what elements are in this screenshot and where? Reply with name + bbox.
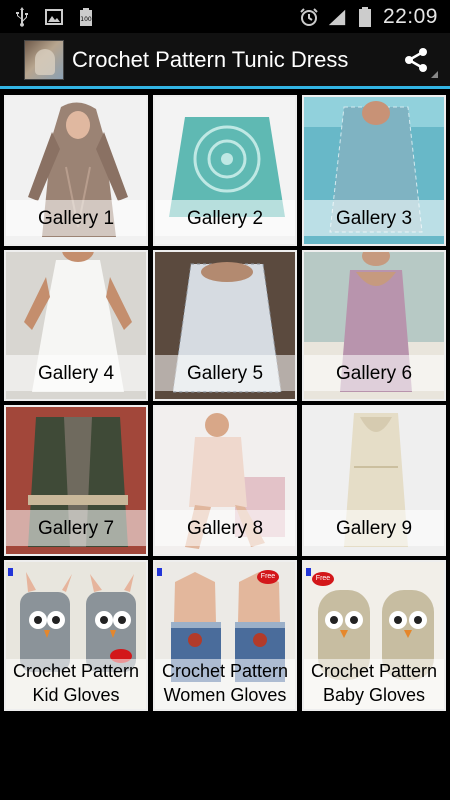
app-icon[interactable] [24, 39, 64, 80]
action-bar: Crochet Pattern Tunic Dress [0, 33, 450, 89]
gallery-tile-5[interactable]: Gallery 5 [153, 250, 297, 401]
gallery-tile-3[interactable]: Gallery 3 [302, 95, 446, 246]
gallery-4-label: Gallery 4 [37, 363, 115, 384]
women-gloves-corner-mark [157, 568, 162, 576]
kid-gloves-label-line1: Crochet Pattern [12, 661, 140, 681]
women-gloves-label-line1: Crochet Pattern [161, 661, 289, 681]
kid-gloves-label: Crochet Pattern Kid Gloves [6, 659, 146, 707]
women-gloves-label-line2: Women Gloves [163, 685, 287, 705]
status-time: 22:09 [382, 4, 438, 28]
status-right-icons: 22:09 [299, 5, 450, 29]
status-left-icons: 100 [0, 6, 96, 27]
baby-gloves-label-line2: Baby Gloves [322, 685, 426, 705]
gallery-tile-1[interactable]: Gallery 1 [4, 95, 148, 246]
gallery-5-label: Gallery 5 [186, 363, 264, 384]
baby-gloves-label: Crochet Pattern Baby Gloves [304, 659, 444, 707]
baby-gloves-corner-mark [306, 568, 311, 576]
baby-gloves-badge: Free [312, 572, 334, 586]
share-icon [405, 47, 427, 72]
gallery-1-label: Gallery 1 [37, 208, 115, 229]
share-button[interactable] [398, 42, 438, 78]
gallery-tile-7[interactable]: Gallery 7 [4, 405, 148, 556]
kid-gloves-label-line2: Kid Gloves [32, 685, 120, 705]
pattern-tile-baby-gloves[interactable]: Free Crochet Pattern Baby Gloves [302, 560, 446, 711]
gallery-tile-2[interactable]: Gallery 2 [153, 95, 297, 246]
gallery-grid: Gallery 1 Gallery 2 Gallery 3 Gallery 4 … [4, 95, 447, 711]
battery-icon [355, 6, 375, 27]
status-bar: 100 22:09 [0, 0, 450, 33]
pattern-tile-kid-gloves[interactable]: Crochet Pattern Kid Gloves [4, 560, 148, 711]
gallery-tile-6[interactable]: Gallery 6 [302, 250, 446, 401]
gallery-7-label: Gallery 7 [37, 518, 115, 539]
gallery-tile-8[interactable]: Gallery 8 [153, 405, 297, 556]
battery-100-icon: 100 [76, 7, 96, 27]
gallery-8-label: Gallery 8 [186, 518, 264, 539]
gallery-3-label: Gallery 3 [335, 208, 413, 229]
baby-gloves-label-line1: Crochet Pattern [310, 661, 438, 681]
gallery-tile-4[interactable]: Gallery 4 [4, 250, 148, 401]
pattern-tile-women-gloves[interactable]: Free Crochet Pattern Women Gloves [153, 560, 297, 711]
alarm-icon [299, 7, 319, 27]
women-gloves-badge: Free [257, 570, 279, 584]
signal-icon [327, 7, 347, 27]
kid-gloves-corner-mark [8, 568, 13, 576]
app-title: Crochet Pattern Tunic Dress [72, 46, 349, 72]
gallery-6-label: Gallery 6 [335, 363, 413, 384]
image-icon [44, 7, 64, 27]
usb-icon [12, 6, 32, 27]
gallery-tile-9[interactable]: Gallery 9 [302, 405, 446, 556]
gallery-2-label: Gallery 2 [186, 208, 264, 229]
gallery-9-label: Gallery 9 [335, 518, 413, 539]
svg-text:100: 100 [80, 16, 92, 23]
women-gloves-label: Crochet Pattern Women Gloves [155, 659, 295, 707]
